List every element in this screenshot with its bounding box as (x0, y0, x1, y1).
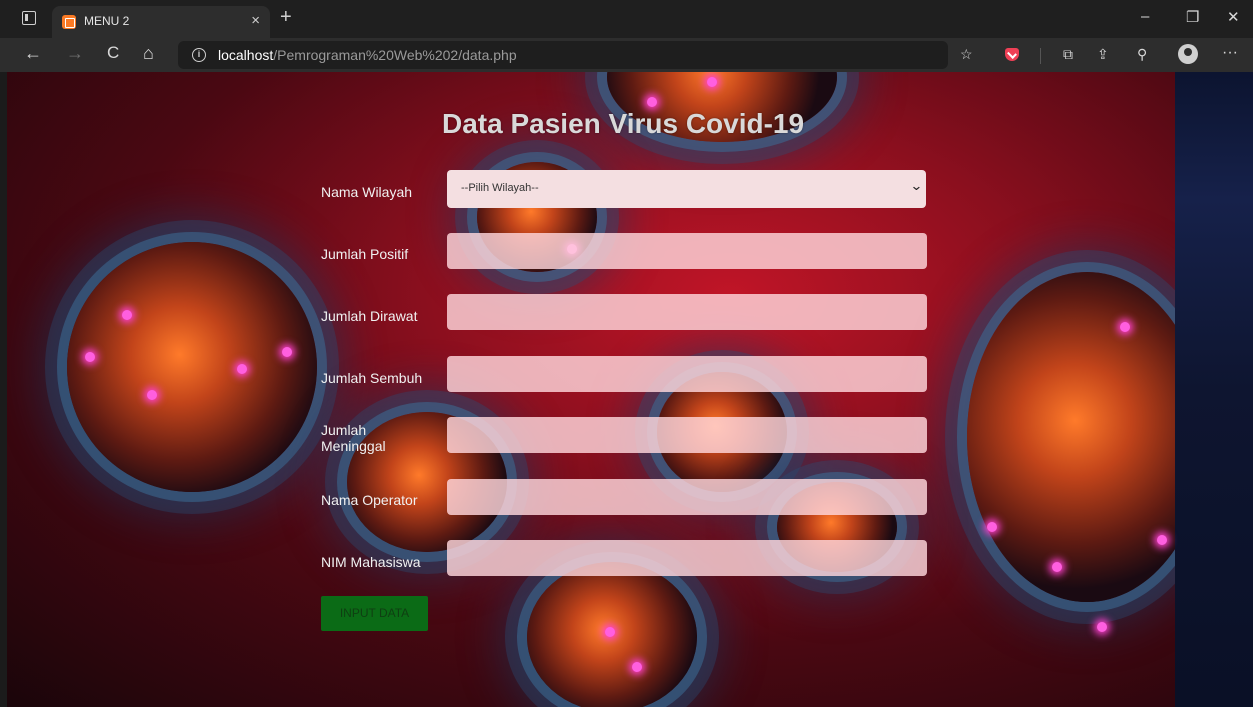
collections-icon[interactable]: ⧉ (1063, 46, 1073, 63)
share-icon[interactable]: ⇪ (1097, 46, 1109, 63)
virus-dot (1120, 322, 1130, 332)
virus-dot (632, 662, 642, 672)
page-viewport: Data Pasien Virus Covid-19 Nama Wilayah … (7, 72, 1253, 707)
home-button[interactable]: ⌂ (143, 43, 154, 64)
tab-title: MENU 2 (84, 14, 130, 28)
background-strip (1175, 72, 1253, 707)
virus-dot (1052, 562, 1062, 572)
dirawat-label: Jumlah Dirawat (321, 308, 418, 324)
pocket-icon[interactable] (1005, 48, 1019, 61)
wilayah-select[interactable]: --Pilih Wilayah-- ⌄ (447, 170, 926, 208)
virus-dot (1157, 535, 1167, 545)
virus-dot (987, 522, 997, 532)
close-window-button[interactable]: ✕ (1227, 8, 1240, 26)
xampp-favicon-icon (62, 15, 76, 29)
operator-label: Nama Operator (321, 492, 418, 508)
wilayah-select-value: --Pilih Wilayah-- (461, 182, 539, 194)
forward-button[interactable]: → (66, 43, 84, 64)
virus-dot (237, 364, 247, 374)
sembuh-input[interactable] (447, 356, 927, 392)
favorites-icon[interactable]: ☆ (960, 46, 973, 63)
sembuh-label: Jumlah Sembuh (321, 370, 423, 386)
tab-actions-icon[interactable] (22, 11, 36, 25)
browser-toolbar: ← → C ⌂ i localhost/Pemrograman%20Web%20… (0, 38, 1253, 72)
back-button[interactable]: ← (24, 43, 42, 64)
browser-tab-bar: MENU 2 × + – ❐ ✕ (0, 0, 1253, 38)
site-info-icon[interactable]: i (192, 48, 206, 62)
new-tab-button[interactable]: + (280, 6, 292, 29)
meninggal-label: Jumlah Meninggal (321, 422, 441, 454)
input-data-button[interactable]: INPUT DATA (321, 596, 428, 631)
restore-button[interactable]: ❐ (1186, 8, 1199, 26)
virus-dot (147, 390, 157, 400)
chevron-down-icon: ⌄ (910, 178, 924, 193)
minimize-button[interactable]: – (1141, 8, 1149, 25)
meninggal-label-line2: Meninggal (321, 438, 386, 454)
meninggal-label-line1: Jumlah (321, 422, 367, 438)
nim-label: NIM Mahasiswa (321, 554, 421, 570)
url-path: /Pemrograman%20Web%202/data.php (273, 47, 517, 63)
virus-illustration (67, 242, 317, 492)
virus-dot (282, 347, 292, 357)
positif-label: Jumlah Positif (321, 246, 409, 262)
virus-illustration (967, 272, 1207, 602)
meninggal-input[interactable] (447, 417, 927, 453)
profile-icon[interactable] (1178, 44, 1198, 64)
browser-tab[interactable]: MENU 2 × (52, 6, 270, 38)
url-text: localhost/Pemrograman%20Web%202/data.php (218, 47, 517, 63)
address-bar[interactable]: i localhost/Pemrograman%20Web%202/data.p… (178, 41, 948, 69)
operator-input[interactable] (447, 479, 927, 515)
virus-dot (647, 97, 657, 107)
wilayah-label: Nama Wilayah (321, 184, 413, 200)
dirawat-input[interactable] (447, 294, 927, 330)
virus-dot (85, 352, 95, 362)
nim-input[interactable] (447, 540, 927, 576)
virus-dot (605, 627, 615, 637)
virus-dot (1097, 622, 1107, 632)
url-host: localhost (218, 47, 274, 63)
virus-dot (122, 310, 132, 320)
virus-dot (707, 77, 717, 87)
page-title: Data Pasien Virus Covid-19 (442, 108, 805, 139)
extensions-icon[interactable]: ⚲ (1137, 46, 1147, 63)
reload-button[interactable]: C (107, 43, 119, 63)
tab-close-icon[interactable]: × (251, 12, 260, 29)
positif-input[interactable] (447, 233, 927, 269)
toolbar-divider (1040, 48, 1041, 64)
more-icon[interactable]: ··· (1222, 44, 1238, 62)
